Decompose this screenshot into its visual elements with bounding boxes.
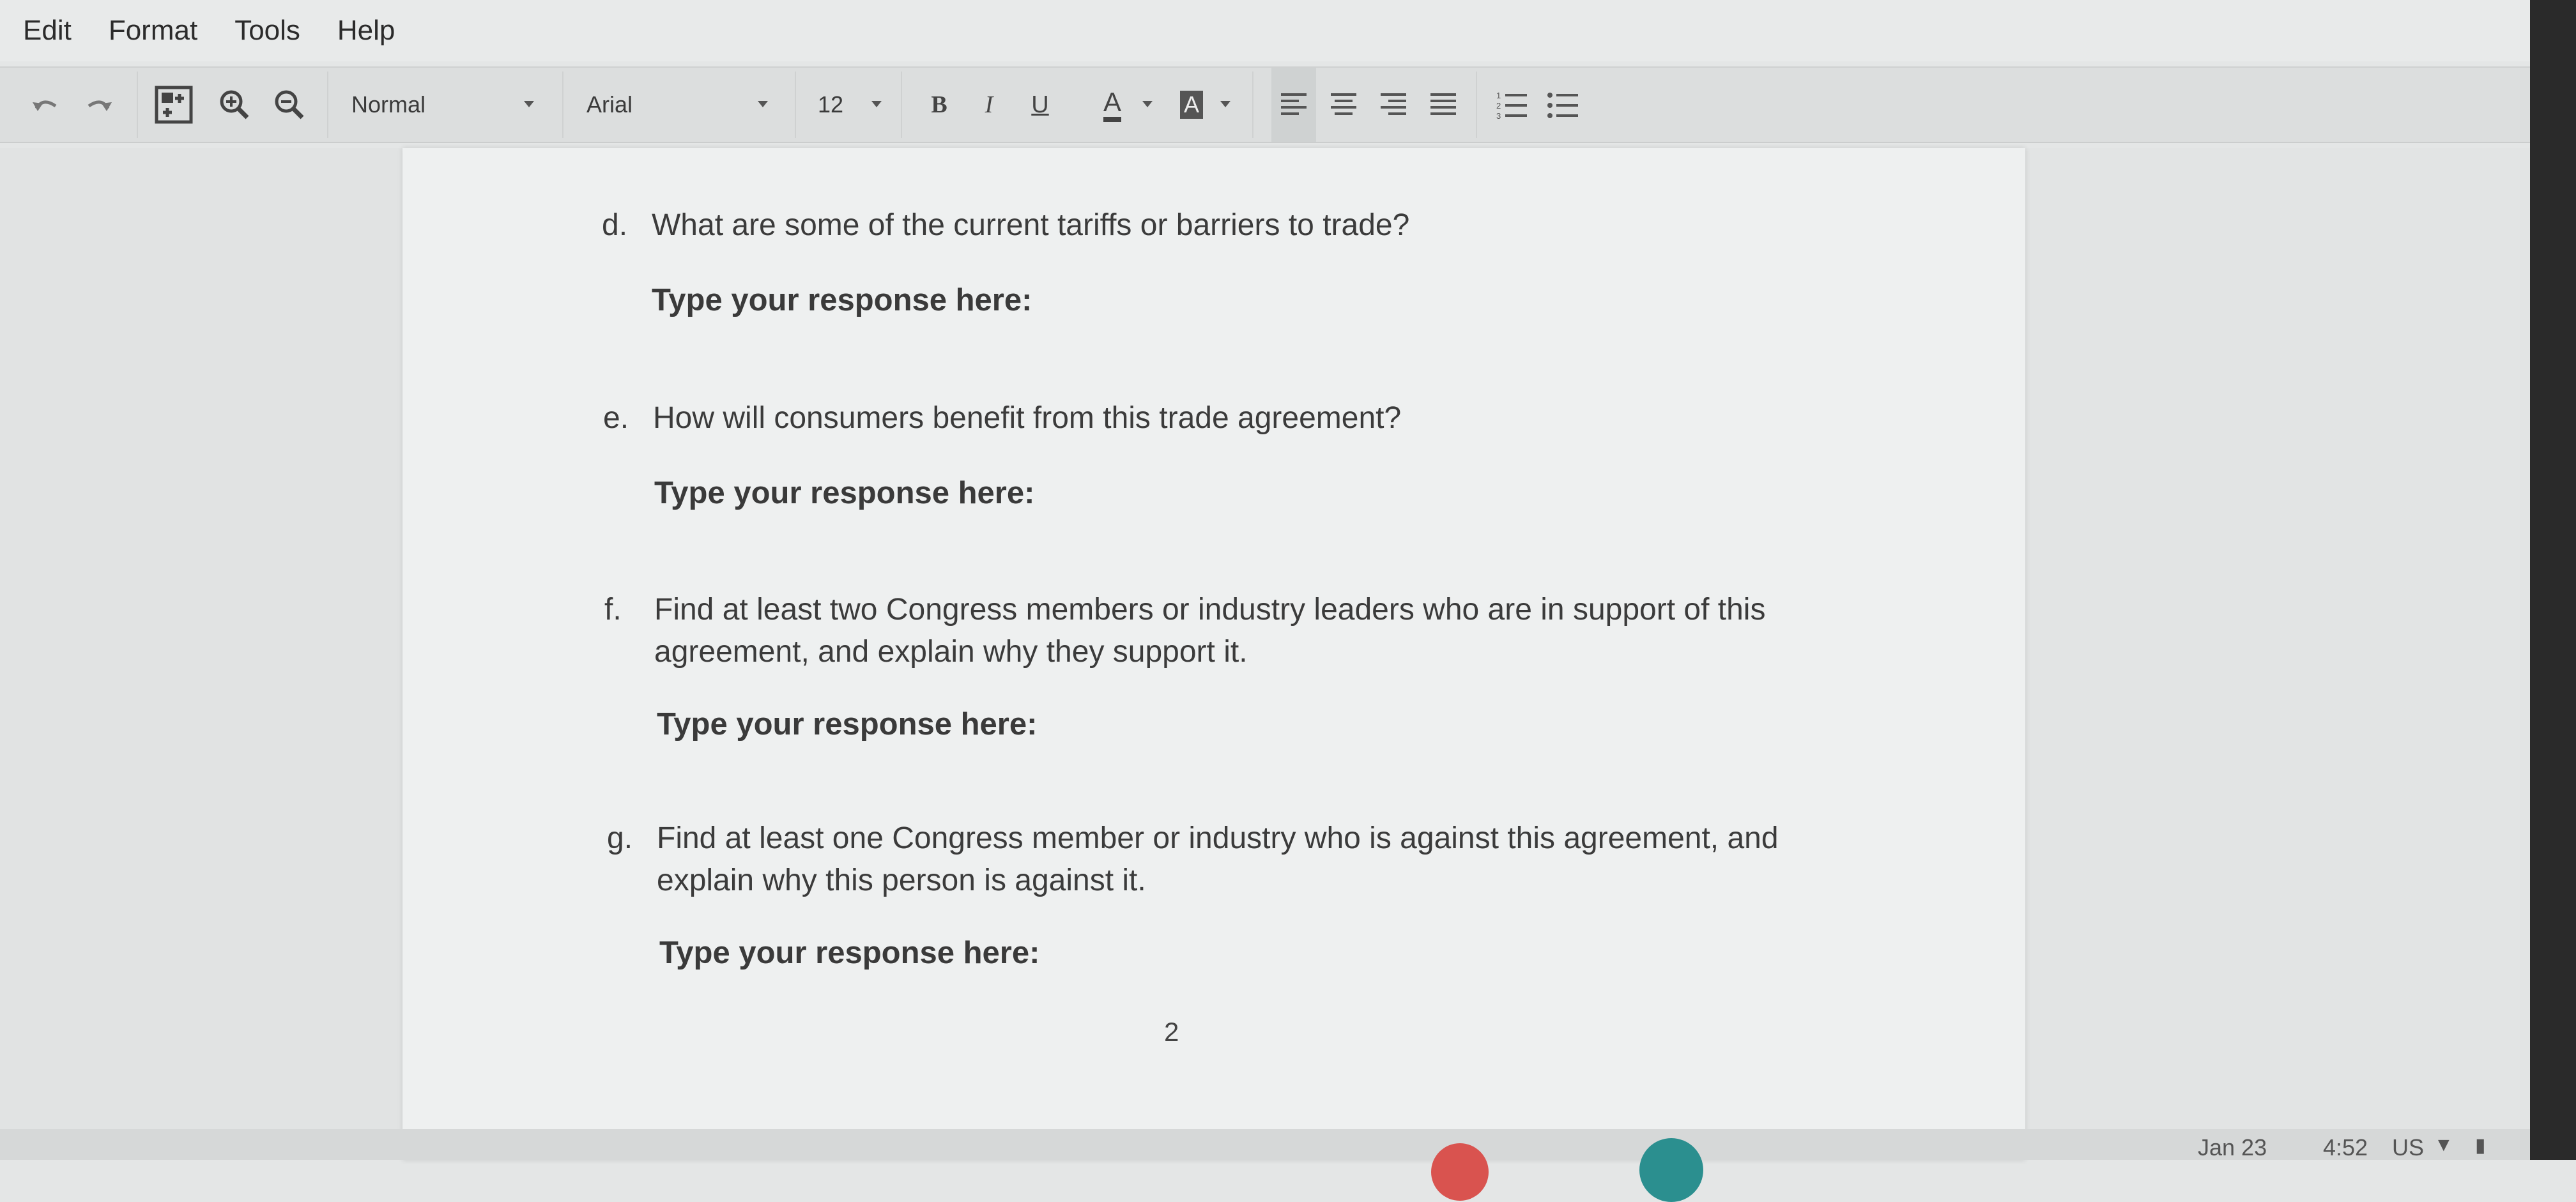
tray-date: Jan 23	[2198, 1134, 2267, 1160]
menu-tools[interactable]: Tools	[234, 15, 300, 47]
font-size-dropdown[interactable]: 12	[818, 68, 869, 142]
right-gutter	[2025, 148, 2530, 1160]
left-gutter	[0, 148, 402, 1160]
wifi-icon[interactable]: ▼	[2434, 1134, 2453, 1156]
align-center-icon[interactable]	[1321, 68, 1366, 142]
chevron-down-icon	[871, 101, 882, 107]
bulleted-list-icon[interactable]	[1540, 68, 1586, 142]
battery-icon[interactable]: ▮	[2475, 1134, 2486, 1157]
zoom-in-icon[interactable]	[212, 68, 257, 142]
align-left-icon[interactable]	[1271, 68, 1316, 142]
menu-format[interactable]: Format	[109, 15, 197, 47]
underline-button[interactable]: U	[1021, 68, 1059, 142]
font-value: Arial	[586, 91, 633, 118]
chevron-down-icon	[1142, 101, 1153, 107]
style-dropdown[interactable]: Normal	[351, 68, 543, 142]
question-label: g.	[607, 821, 633, 855]
menu-help[interactable]: Help	[337, 15, 395, 47]
app-icon[interactable]	[1431, 1143, 1489, 1201]
response-prompt[interactable]: Type your response here:	[652, 282, 1032, 318]
response-prompt[interactable]: Type your response here:	[657, 706, 1037, 742]
response-prompt[interactable]: Type your response here:	[654, 475, 1034, 511]
text-color-label: A	[1103, 87, 1121, 122]
app-icon[interactable]	[1639, 1138, 1703, 1202]
question-label: e.	[603, 401, 629, 435]
page-number: 2	[1164, 1017, 1179, 1047]
svg-text:2: 2	[1496, 101, 1501, 110]
text-color-button[interactable]: A	[1090, 68, 1135, 142]
chevron-down-icon	[524, 101, 534, 107]
justify-icon[interactable]	[1421, 68, 1466, 142]
numbered-list-icon[interactable]: 123	[1489, 68, 1535, 142]
question-text: Find at least one Congress member or ind…	[657, 821, 1779, 897]
svg-text:1: 1	[1496, 91, 1501, 100]
question-text: How will consumers benefit from this tra…	[653, 401, 1402, 435]
taskbar	[0, 1129, 2530, 1160]
question-text: What are some of the current tariffs or …	[652, 208, 1410, 242]
insert-table-icon[interactable]	[151, 68, 197, 142]
question-label: d.	[602, 208, 628, 242]
toolbar: Normal Arial 12 B I U A A 123	[0, 66, 2530, 143]
redo-icon[interactable]	[77, 68, 121, 142]
svg-text:3: 3	[1496, 111, 1501, 120]
italic-button[interactable]: I	[970, 68, 1008, 142]
font-size-value: 12	[818, 91, 844, 118]
style-value: Normal	[351, 91, 426, 118]
bold-button[interactable]: B	[920, 68, 958, 142]
tray-time: 4:52	[2323, 1134, 2368, 1160]
undo-icon[interactable]	[23, 68, 68, 142]
align-right-icon[interactable]	[1371, 68, 1416, 142]
document-page[interactable]: d. What are some of the current tariffs …	[402, 148, 2025, 1160]
menu-edit[interactable]: Edit	[23, 15, 72, 47]
font-dropdown[interactable]: Arial	[586, 68, 778, 142]
question-label: f.	[604, 593, 622, 627]
chevron-down-icon	[1220, 101, 1230, 107]
response-prompt[interactable]: Type your response here:	[659, 935, 1039, 971]
question-text: Find at least two Congress members or in…	[654, 593, 1766, 669]
highlight-label: A	[1179, 91, 1203, 119]
chevron-down-icon	[758, 101, 768, 107]
tray-locale: US	[2392, 1134, 2425, 1160]
highlight-color-button[interactable]: A	[1169, 68, 1214, 142]
menubar: Edit Format Tools Help	[0, 0, 2530, 61]
zoom-out-icon[interactable]	[267, 68, 312, 142]
screen-bezel	[2530, 0, 2576, 1160]
